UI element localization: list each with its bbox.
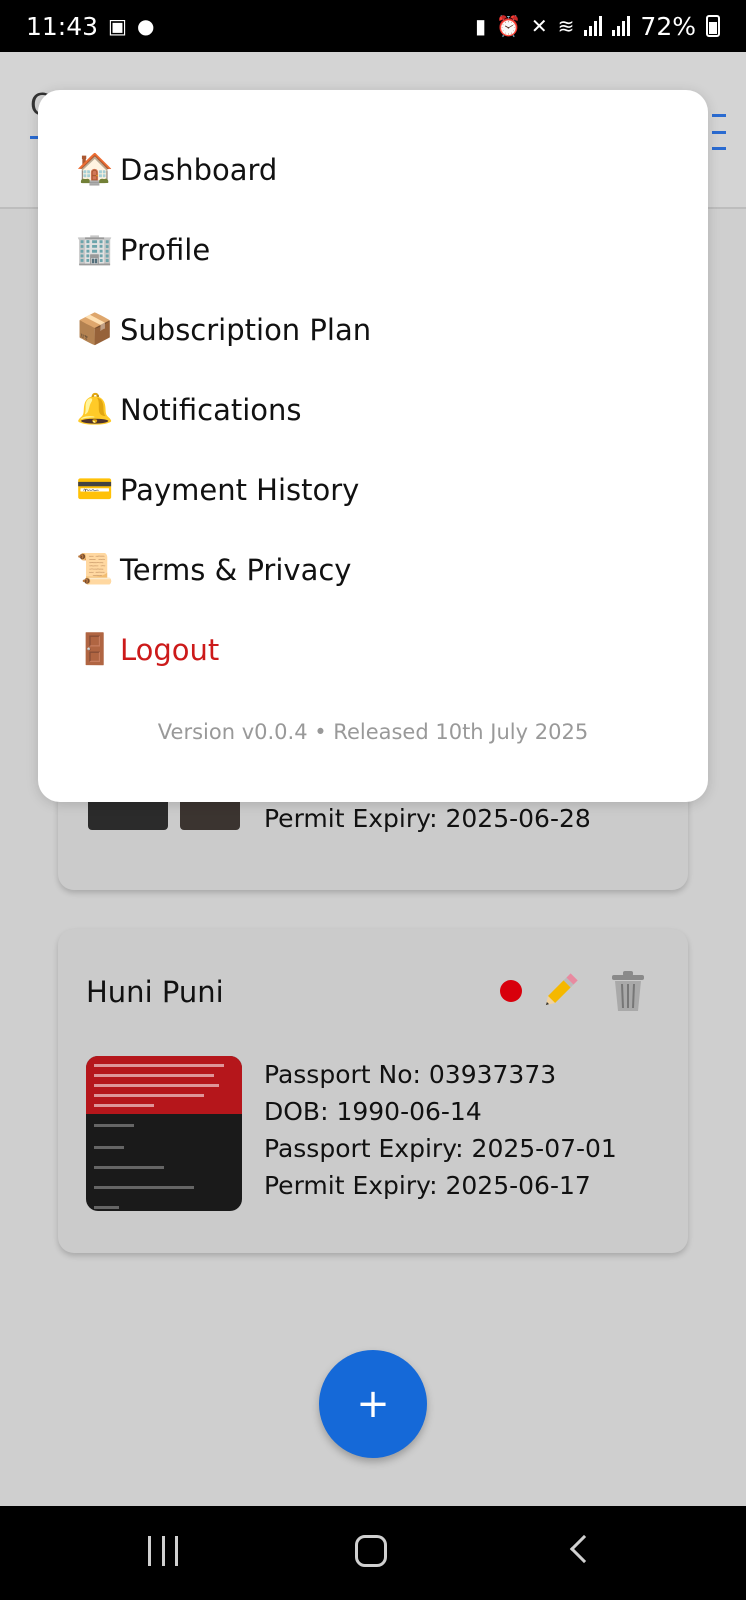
system-nav-bar bbox=[0, 1506, 746, 1600]
permit-expiry: Permit Expiry: 2025-06-17 bbox=[264, 1171, 591, 1200]
status-right: ▮ ⏰ ✕ ≋ 72% bbox=[475, 12, 720, 41]
menu-item-subscription-plan[interactable]: 📦 Subscription Plan bbox=[76, 304, 371, 356]
worker-details: Passport No: 03937373 DOB: 1990-06-14 Pa… bbox=[264, 1056, 617, 1204]
trash-icon[interactable] bbox=[608, 969, 648, 1013]
document-thumbnail[interactable] bbox=[86, 1056, 242, 1211]
bell-icon: 🔔 bbox=[76, 392, 114, 427]
battery-saver-icon: ▮ bbox=[474, 14, 486, 38]
signal-icon bbox=[584, 16, 603, 36]
gallery-icon: ▣ bbox=[108, 14, 127, 38]
menu-item-logout[interactable]: 🚪 Logout bbox=[76, 624, 219, 676]
house-icon: 🏠 bbox=[76, 152, 114, 187]
passport-expiry: Passport Expiry: 2025-07-01 bbox=[264, 1134, 617, 1163]
door-icon: 🚪 bbox=[76, 632, 114, 667]
credit-card-icon: 💳 bbox=[76, 472, 114, 507]
menu-item-dashboard[interactable]: 🏠 Dashboard bbox=[76, 144, 277, 196]
mute-icon: ✕ bbox=[530, 14, 548, 38]
menu-item-label: Terms & Privacy bbox=[120, 553, 352, 587]
menu-item-label: Dashboard bbox=[120, 153, 278, 187]
signal-icon-2 bbox=[612, 16, 631, 36]
date-of-birth: DOB: 1990-06-14 bbox=[264, 1097, 482, 1126]
battery-icon bbox=[706, 15, 720, 37]
menu-item-notifications[interactable]: 🔔 Notifications bbox=[76, 384, 302, 436]
alarm-icon: ⏰ bbox=[495, 14, 521, 38]
chat-icon: ● bbox=[136, 14, 155, 38]
scroll-icon: 📜 bbox=[76, 552, 114, 587]
add-button[interactable]: + bbox=[319, 1350, 427, 1458]
menu-item-terms-privacy[interactable]: 📜 Terms & Privacy bbox=[76, 544, 351, 596]
menu-item-label: Profile bbox=[120, 233, 211, 267]
menu-item-profile[interactable]: 🏢 Profile bbox=[76, 224, 210, 276]
menu-item-label: Payment History bbox=[120, 473, 360, 507]
home-icon[interactable] bbox=[355, 1535, 387, 1567]
recent-apps-icon[interactable] bbox=[148, 1536, 178, 1566]
drawer-menu: 🏠 Dashboard 🏢 Profile 📦 Subscription Pla… bbox=[38, 90, 708, 802]
menu-item-label: Logout bbox=[120, 633, 220, 667]
package-icon: 📦 bbox=[76, 312, 114, 347]
version-info: Version v0.0.4 • Released 10th July 2025 bbox=[157, 720, 589, 744]
back-icon[interactable] bbox=[569, 1534, 599, 1564]
wifi-icon: ≋ bbox=[557, 14, 575, 38]
menu-item-payment-history[interactable]: 💳 Payment History bbox=[76, 464, 359, 516]
status-left: 11:43 ▣ ● bbox=[26, 12, 154, 41]
battery-percent: 72% bbox=[640, 11, 696, 41]
status-bar: 11:43 ▣ ● ▮ ⏰ ✕ ≋ 72% bbox=[0, 0, 746, 52]
pencil-edit-icon[interactable] bbox=[538, 969, 582, 1013]
office-building-icon: 🏢 bbox=[76, 232, 114, 267]
status-time: 11:43 bbox=[26, 11, 99, 41]
permit-expiry: Permit Expiry: 2025-06-28 bbox=[264, 804, 591, 833]
status-dot-icon bbox=[500, 980, 522, 1002]
passport-number: Passport No: 03937373 bbox=[264, 1060, 557, 1089]
menu-item-label: Notifications bbox=[120, 393, 302, 427]
plus-icon: + bbox=[356, 1381, 390, 1427]
worker-card[interactable]: Huni Puni Passport No: 03937373 DOB: 199… bbox=[58, 929, 688, 1253]
worker-name: Huni Puni bbox=[86, 975, 224, 1009]
menu-item-label: Subscription Plan bbox=[120, 313, 372, 347]
